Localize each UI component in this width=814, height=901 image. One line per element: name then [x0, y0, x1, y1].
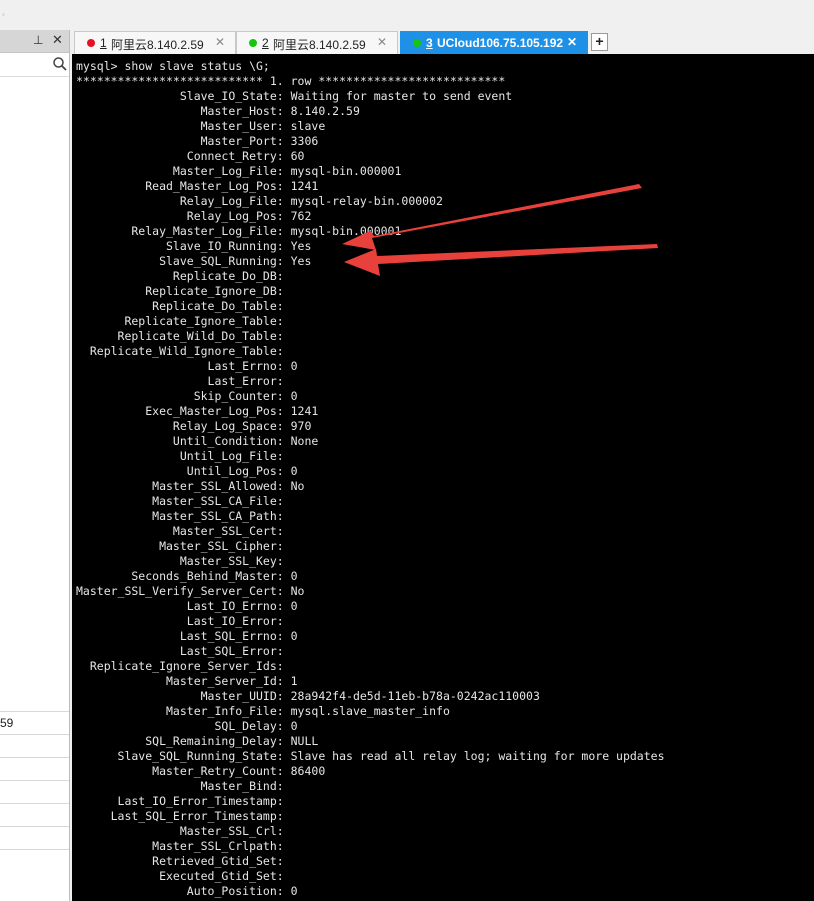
terminal-line: Master_Bind:	[76, 779, 291, 793]
status-dot-icon	[249, 39, 257, 47]
left-panel-rows: 59	[0, 711, 70, 850]
terminal-line: Replicate_Ignore_DB:	[76, 284, 291, 298]
terminal-line: Relay_Log_File: mysql-relay-bin.000002	[76, 194, 443, 208]
terminal-line: Skip_Counter: 0	[76, 389, 298, 403]
panel-divider[interactable]	[69, 30, 70, 901]
terminal-line: Last_SQL_Errno: 0	[76, 629, 298, 643]
left-panel-row[interactable]	[0, 804, 70, 827]
status-dot-icon	[87, 39, 95, 47]
session-tabs: 1 阿里云8.140.2.59 ✕ 2 阿里云8.140.2.59 ✕ 3 UC…	[72, 30, 814, 54]
terminal-line: Last_IO_Error_Timestamp:	[76, 794, 291, 808]
terminal-output[interactable]: mysql> show slave status \G; ************…	[72, 54, 814, 901]
terminal-line: Replicate_Wild_Do_Table:	[76, 329, 291, 343]
terminal-line: Master_User: slave	[76, 119, 326, 133]
tab-close-icon[interactable]: ✕	[567, 35, 577, 49]
terminal-line: Replicate_Wild_Ignore_Table:	[76, 344, 291, 358]
terminal-line: Last_Error:	[76, 374, 291, 388]
terminal-line: Last_SQL_Error:	[76, 644, 291, 658]
terminal-line: Exec_Master_Log_Pos: 1241	[76, 404, 319, 418]
new-tab-button[interactable]: +	[591, 33, 608, 51]
tab-close-icon[interactable]: ✕	[215, 35, 225, 49]
left-panel-search[interactable]	[0, 54, 70, 77]
terminal-line: Master_SSL_Allowed: No	[76, 479, 305, 493]
terminal-line: Master_SSL_Crl:	[76, 824, 291, 838]
terminal-line: Master_SSL_Key:	[76, 554, 291, 568]
terminal-line: Slave_SQL_Running_State: Slave has read …	[76, 749, 665, 763]
terminal-line: Until_Log_Pos: 0	[76, 464, 298, 478]
terminal-line: Executed_Gtid_Set:	[76, 869, 291, 883]
terminal-line: mysql> show slave status \G;	[76, 59, 270, 73]
terminal-line: Slave_IO_Running: Yes	[76, 239, 312, 253]
terminal-line: Connect_Retry: 60	[76, 149, 305, 163]
terminal-line: Slave_IO_State: Waiting for master to se…	[76, 89, 513, 103]
tab-session-1[interactable]: 1 阿里云8.140.2.59 ✕	[74, 31, 236, 54]
terminal-line: Last_IO_Error:	[76, 614, 291, 628]
title-strip: ◦	[0, 0, 814, 30]
terminal-line: Master_Host: 8.140.2.59	[76, 104, 360, 118]
search-icon[interactable]	[52, 56, 68, 72]
terminal-line: Last_Errno: 0	[76, 359, 298, 373]
left-panel-row[interactable]: 59	[0, 711, 70, 735]
left-panel-row[interactable]	[0, 827, 70, 850]
terminal-line: Read_Master_Log_Pos: 1241	[76, 179, 319, 193]
terminal-line: Slave_SQL_Running: Yes	[76, 254, 312, 268]
tab-label: 阿里云8.140.2.59	[273, 38, 366, 52]
terminal-line: *************************** 1. row *****…	[76, 74, 506, 88]
terminal-line: Master_SSL_Verify_Server_Cert: No	[76, 584, 305, 598]
tab-session-3[interactable]: 3 UCloud106.75.105.192 ✕	[400, 31, 588, 54]
tab-number: 3	[426, 36, 433, 50]
terminal-line: Master_Server_Id: 1	[76, 674, 298, 688]
tab-number: 2	[262, 36, 269, 50]
terminal-line: Relay_Log_Pos: 762	[76, 209, 312, 223]
window-dots-icon: ◦	[2, 10, 5, 19]
terminal-line: SQL_Delay: 0	[76, 719, 298, 733]
terminal-line: Master_SSL_Crlpath:	[76, 839, 291, 853]
terminal-line: Auto_Position: 0	[76, 884, 298, 898]
left-panel-list	[0, 77, 70, 742]
terminal-line: Master_Retry_Count: 86400	[76, 764, 326, 778]
terminal-line: Master_Info_File: mysql.slave_master_inf…	[76, 704, 450, 718]
terminal-line: Seconds_Behind_Master: 0	[76, 569, 298, 583]
close-icon[interactable]: ✕	[52, 32, 63, 48]
tab-session-2[interactable]: 2 阿里云8.140.2.59 ✕	[236, 31, 398, 54]
tab-close-icon[interactable]: ✕	[377, 35, 387, 49]
terminal-line: Until_Condition: None	[76, 434, 319, 448]
left-panel-row[interactable]	[0, 781, 70, 804]
terminal-line: Master_SSL_Cipher:	[76, 539, 291, 553]
terminal-line: Replicate_Ignore_Server_Ids:	[76, 659, 291, 673]
status-dot-icon	[413, 39, 421, 47]
tab-number: 1	[100, 36, 107, 50]
terminal-line: Last_SQL_Error_Timestamp:	[76, 809, 291, 823]
pin-icon[interactable]: ⊥	[33, 33, 43, 47]
terminal-line: Until_Log_File:	[76, 449, 291, 463]
left-panel-row[interactable]	[0, 735, 70, 758]
terminal-line: Master_UUID: 28a942f4-de5d-11eb-b78a-024…	[76, 689, 540, 703]
terminal-line: Replicate_Do_DB:	[76, 269, 291, 283]
terminal-line: Relay_Log_Space: 970	[76, 419, 312, 433]
left-panel: ⊥ ✕ 59	[0, 30, 70, 901]
terminal-line: Replicate_Ignore_Table:	[76, 314, 291, 328]
tab-label: UCloud106.75.105.192	[437, 36, 564, 50]
terminal-line: Replicate_Do_Table:	[76, 299, 291, 313]
left-panel-row[interactable]	[0, 758, 70, 781]
terminal-line: Last_IO_Errno: 0	[76, 599, 298, 613]
left-panel-header: ⊥ ✕	[0, 30, 70, 53]
terminal-line: Retrieved_Gtid_Set:	[76, 854, 291, 868]
terminal-line: Master_SSL_Cert:	[76, 524, 291, 538]
terminal-line: Master_Port: 3306	[76, 134, 319, 148]
terminal-text: mysql> show slave status \G; ************…	[76, 59, 665, 899]
terminal-line: Master_SSL_CA_Path:	[76, 509, 291, 523]
terminal-line: SQL_Remaining_Delay: NULL	[76, 734, 319, 748]
terminal-line: Master_Log_File: mysql-bin.000001	[76, 164, 402, 178]
terminal-line: Master_SSL_CA_File:	[76, 494, 291, 508]
tab-label: 阿里云8.140.2.59	[111, 38, 204, 52]
terminal-line: Relay_Master_Log_File: mysql-bin.000001	[76, 224, 402, 238]
